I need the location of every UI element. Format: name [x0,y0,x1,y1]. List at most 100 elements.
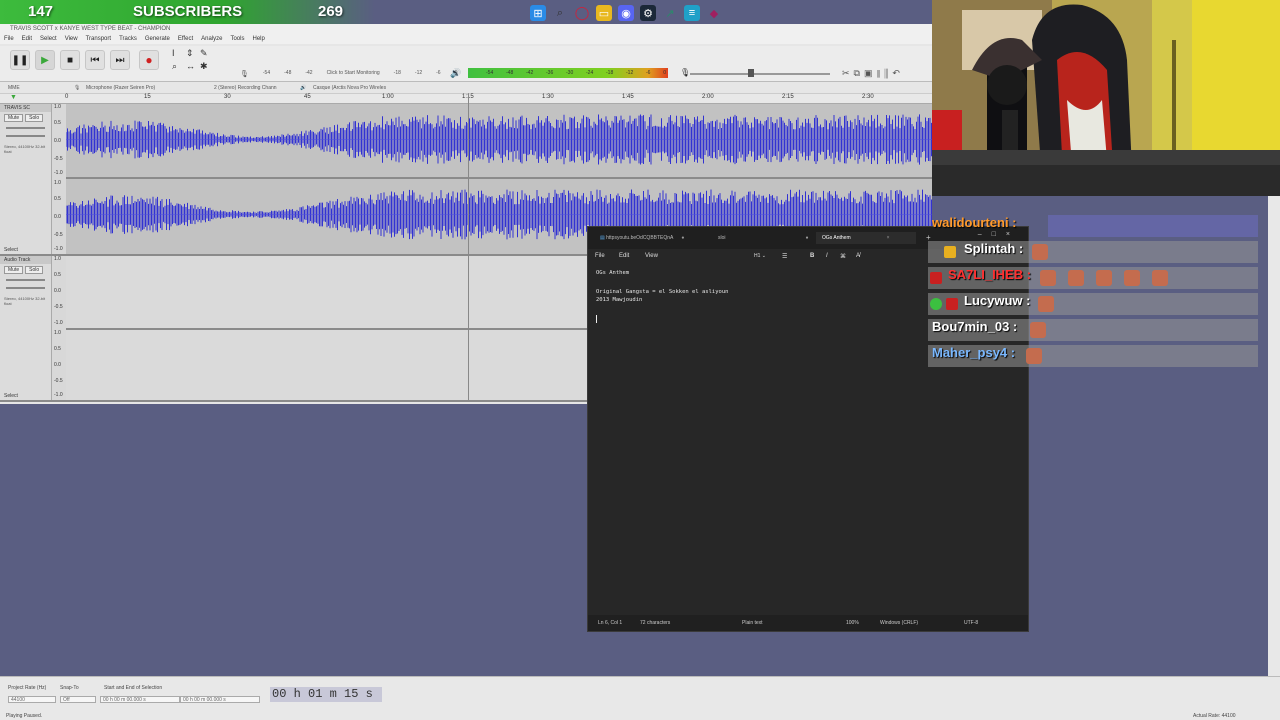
track-info: Stereo, 44100Hz 32-bit float [4,296,46,306]
opera-gx-icon[interactable]: ◯ [574,5,590,21]
track-name-menu[interactable]: TRAVIS SC [0,104,51,112]
recording-meter[interactable]: 🎙 -54 -48 -42 Click to Start Monitoring … [240,70,460,80]
menu-tools[interactable]: Tools [230,34,244,44]
cut-icon[interactable]: ✂ [842,68,854,78]
play-arrow-icon[interactable]: ▼ [10,94,17,101]
menu-edit[interactable]: Edit [22,34,32,44]
volume-slider[interactable] [690,73,830,75]
playback-time-display[interactable]: 00 h 01 m 15 s [270,687,382,702]
bold-icon[interactable]: B [810,253,814,259]
play-button[interactable]: ▶ [35,50,55,70]
audio-host-select[interactable]: MME [8,82,20,94]
timeshift-tool-icon[interactable]: ↔ [186,61,198,72]
stop-button[interactable]: ■ [60,50,80,70]
menu-help[interactable]: Help [252,34,264,44]
monitoring-label[interactable]: Click to Start Monitoring [327,70,380,80]
menu-tracks[interactable]: Tracks [119,34,137,44]
tab-youtube-link[interactable]: ▤ httpsyoutu.beOdCQBBTEQnA ● [594,232,690,244]
close-icon[interactable]: × [887,235,890,241]
pause-button[interactable]: ❚❚ [10,50,30,70]
tab-sloi[interactable]: sloi ● [712,232,815,244]
close-icon[interactable]: ● [806,235,809,241]
zoom-tool-icon[interactable]: ⌕ [172,61,184,72]
pan-slider[interactable] [6,135,45,137]
menu-effect[interactable]: Effect [178,34,193,44]
file-explorer-icon[interactable]: ▭ [596,5,612,21]
notepad-status-bar: Ln 6, Col 1 72 characters Plain text 100… [588,615,1028,631]
solo-button[interactable]: Solo [25,266,44,274]
notepad-icon[interactable]: ≡ [684,5,700,21]
copy-icon[interactable]: ⧉ [854,68,864,78]
timeline-ruler[interactable]: ▼ 0 15 30 45 1:00 1:15 1:30 1:45 2:00 2:… [0,94,932,104]
pan-slider[interactable] [6,287,45,289]
record-button[interactable]: ● [139,50,159,70]
menu-edit[interactable]: Edit [619,253,629,259]
emote-icon [1152,270,1168,286]
track-name-menu[interactable]: Audio Track [0,256,51,264]
playhead-line [468,94,469,400]
multi-tool-icon[interactable]: ✱ [200,61,212,72]
edit-toolbar: ✂⧉▣⫴⫼↶ [842,68,904,79]
speaker-icon: 🔊 [450,68,462,78]
link-icon[interactable]: ⌘ [840,253,846,260]
search-icon[interactable]: ⌕ [552,5,568,21]
paste-icon[interactable]: ▣ [864,68,877,78]
windows-icon[interactable]: ⊞ [530,5,546,21]
snap-select[interactable]: Off [60,696,96,703]
text-format: Plain text [742,620,763,626]
chat-username: walidourteni : [932,215,1017,230]
encoding: UTF-8 [964,620,979,626]
menu-transport[interactable]: Transport [86,34,111,44]
steam-icon[interactable]: ⚙ [640,5,656,21]
selection-start-field[interactable]: 00 h 00 m 00.000 s [100,696,180,703]
skip-to-start-button[interactable]: ⏮ [85,50,105,70]
project-rate-select[interactable]: 44100 [8,696,56,703]
list-icon[interactable]: ☰ [782,253,787,260]
app-icon[interactable]: ↗ [662,5,678,21]
recording-device-select[interactable]: Microphone (Razer Seiren Pro) [86,82,155,94]
discord-icon[interactable]: ◉ [618,5,634,21]
badge-icon [946,298,958,310]
scale-tick: 0.0 [54,362,61,368]
envelope-tool-icon[interactable]: ⇕ [186,48,198,59]
mute-button[interactable]: Mute [4,266,24,274]
timeline-tick: 1:00 [382,94,394,100]
undo-icon[interactable]: ↶ [892,68,904,78]
chat-message: Maher_psy4 : [928,342,1258,368]
meter-tick: -42 [526,70,534,76]
mute-button[interactable]: Mute [4,114,24,122]
track-select-button[interactable]: Select [4,393,18,399]
emote-icon [1040,270,1056,286]
scale-tick: -1.0 [54,320,63,326]
tab-ogs-anthem[interactable]: OGs Anthem × [816,232,916,244]
solo-button[interactable]: Solo [25,114,44,122]
draw-tool-icon[interactable]: ✎ [200,48,212,59]
track-select-button[interactable]: Select [4,247,18,253]
taskbar: ⊞ ⌕ ◯ ▭ ◉ ⚙ ↗ ≡ ◆ [530,4,722,22]
menu-analyze[interactable]: Analyze [201,34,222,44]
snap-label: Snap-To [60,685,79,691]
gain-slider[interactable] [6,279,45,281]
menu-file[interactable]: File [4,34,14,44]
volume-slider-knob[interactable] [748,69,754,77]
meter-tick: -12 [626,70,634,76]
close-icon[interactable]: ● [681,235,684,241]
menu-view[interactable]: View [645,253,658,259]
menu-file[interactable]: File [595,253,605,259]
italic-icon[interactable]: I [826,253,828,259]
channels-select[interactable]: 2 (Stereo) Recording Chann [214,82,277,94]
clear-format-icon[interactable]: A̸ [856,253,860,259]
menu-view[interactable]: View [65,34,78,44]
emote-icon [1096,270,1112,286]
meter-tick: -36 [546,70,554,76]
playback-device-select[interactable]: Casque (Arctis Nova Pro Wireles [313,82,386,94]
menu-generate[interactable]: Generate [145,34,170,44]
app-icon-2[interactable]: ◆ [706,5,722,21]
menu-select[interactable]: Select [40,34,57,44]
skip-to-end-button[interactable]: ⏭ [110,50,130,70]
scale-tick: -0.5 [54,232,63,238]
heading-dropdown[interactable]: H1 ⌄ [754,253,766,259]
gain-slider[interactable] [6,127,45,129]
selection-end-field[interactable]: 00 h 00 m 00.000 s [180,696,260,703]
selection-tool-icon[interactable]: I [172,48,184,59]
